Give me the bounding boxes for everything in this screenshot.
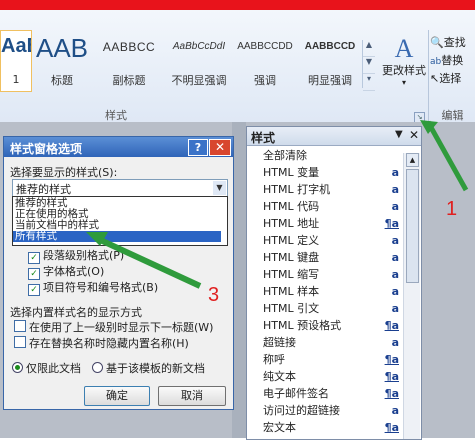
annotation-arrows bbox=[86, 120, 469, 289]
annotation-number-1: 1 bbox=[446, 198, 458, 220]
arrow-1 bbox=[425, 120, 469, 192]
annotation-number-3: 3 bbox=[208, 284, 220, 306]
arrow-3 bbox=[94, 235, 202, 289]
